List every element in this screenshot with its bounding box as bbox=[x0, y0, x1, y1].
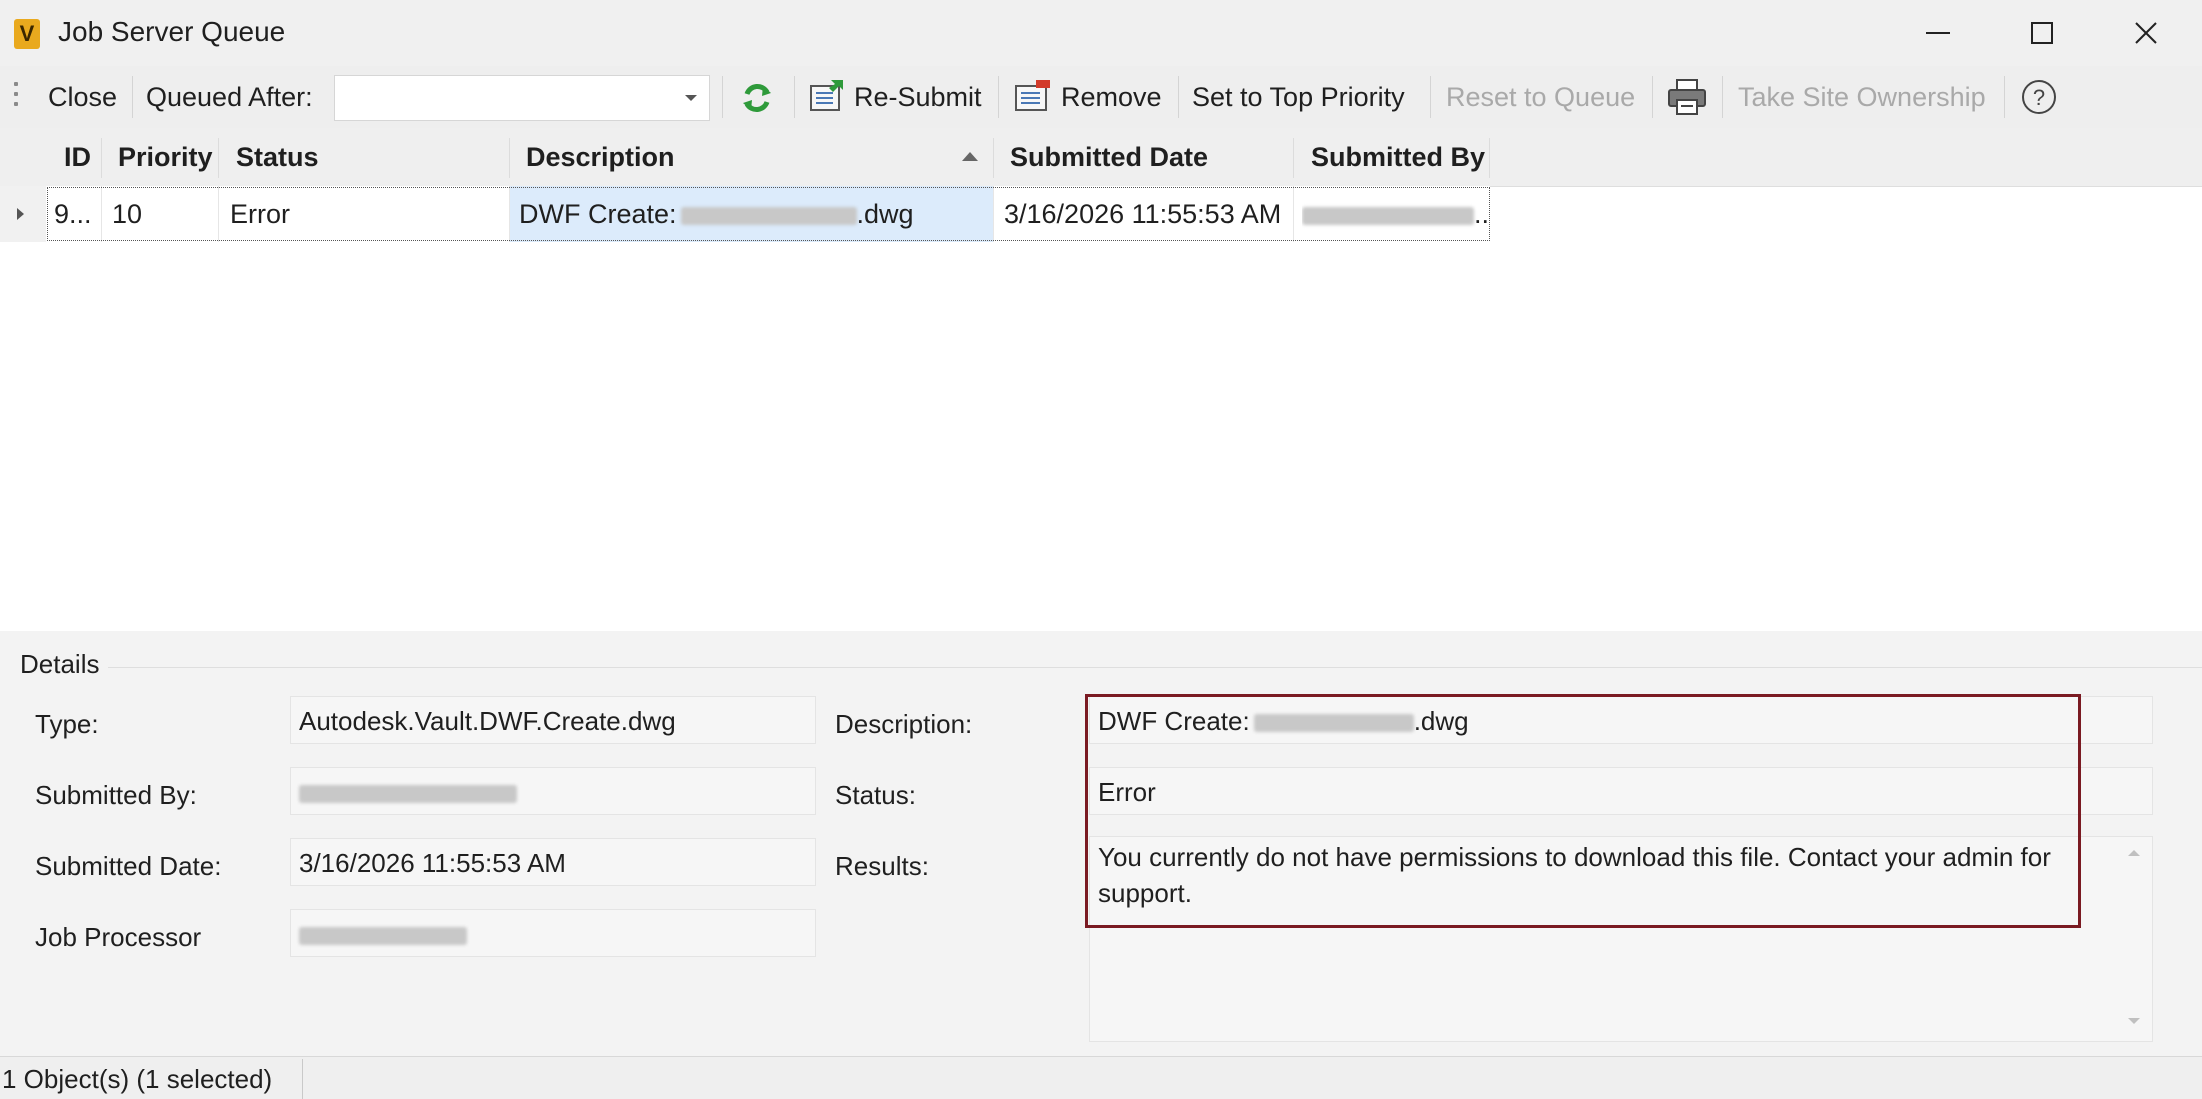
toolbar: Close Queued After: Re-Submit Remove Set… bbox=[0, 66, 2202, 129]
close-window-button[interactable] bbox=[2096, 0, 2196, 66]
toolbar-grip-handle[interactable] bbox=[14, 82, 18, 112]
redacted-processor-name bbox=[299, 927, 467, 946]
job-processor-field[interactable] bbox=[290, 909, 816, 957]
close-button[interactable]: Close bbox=[48, 66, 117, 128]
toolbar-divider bbox=[1722, 76, 1723, 118]
job-queue-grid: ID Priority Status Description Submitted… bbox=[0, 128, 2202, 631]
status-label: Status: bbox=[835, 780, 916, 810]
details-section-title: Details bbox=[20, 649, 100, 679]
print-icon bbox=[1668, 79, 1706, 115]
submitted-date-field[interactable]: 3/16/2026 11:55:53 AM bbox=[290, 838, 816, 886]
toolbar-divider bbox=[132, 76, 133, 118]
vault-app-icon: V bbox=[14, 19, 40, 49]
type-label: Type: bbox=[35, 709, 99, 739]
toolbar-divider bbox=[794, 76, 795, 118]
print-button[interactable] bbox=[1667, 78, 1707, 121]
toolbar-divider bbox=[722, 76, 723, 118]
column-header-id[interactable]: ID bbox=[64, 128, 91, 186]
selection-count: 1 Object(s) (1 selected) bbox=[2, 1064, 273, 1094]
column-header-description[interactable]: Description bbox=[526, 128, 675, 186]
title-bar: V Job Server Queue bbox=[0, 0, 2202, 67]
submitted-by-field[interactable] bbox=[290, 767, 816, 815]
status-bar: 1 Object(s) (1 selected) bbox=[0, 1056, 2202, 1099]
details-divider bbox=[108, 667, 2202, 668]
results-scrollbar[interactable] bbox=[2117, 838, 2151, 1040]
column-divider bbox=[1293, 138, 1294, 178]
toolbar-divider bbox=[1178, 76, 1179, 118]
status-divider bbox=[302, 1059, 303, 1099]
window-title: Job Server Queue bbox=[58, 16, 286, 47]
job-processor-label: Job Processor bbox=[35, 922, 202, 952]
row-focus-rectangle bbox=[47, 187, 1490, 241]
remove-button[interactable]: Remove bbox=[1061, 66, 1162, 128]
maximize-icon bbox=[2031, 22, 2053, 44]
column-header-priority[interactable]: Priority bbox=[118, 128, 213, 186]
submitted-by-label: Submitted By: bbox=[35, 780, 197, 810]
queued-after-label: Queued After: bbox=[146, 82, 313, 112]
column-divider bbox=[993, 138, 994, 178]
error-highlight-annotation bbox=[1085, 694, 2081, 928]
toolbar-divider bbox=[998, 76, 999, 118]
help-icon: ? bbox=[2022, 80, 2056, 114]
minimize-button[interactable] bbox=[1888, 0, 1988, 66]
column-header-status[interactable]: Status bbox=[236, 128, 319, 186]
scroll-down-icon[interactable] bbox=[2128, 1018, 2140, 1024]
toolbar-divider bbox=[1430, 76, 1431, 118]
column-divider bbox=[218, 138, 219, 178]
refresh-icon bbox=[743, 84, 771, 112]
column-divider bbox=[509, 138, 510, 178]
redacted-username bbox=[299, 785, 517, 804]
close-icon bbox=[2135, 22, 2157, 44]
take-site-ownership-button[interactable]: Take Site Ownership bbox=[1738, 66, 1986, 128]
description-label: Description: bbox=[835, 709, 973, 739]
maximize-button[interactable] bbox=[1992, 0, 2092, 66]
submitted-date-label: Submitted Date: bbox=[35, 851, 222, 881]
resubmit-button[interactable]: Re-Submit bbox=[854, 66, 982, 128]
type-field[interactable]: Autodesk.Vault.DWF.Create.dwg bbox=[290, 696, 816, 744]
minimize-icon bbox=[1926, 32, 1950, 34]
refresh-button[interactable] bbox=[739, 80, 775, 121]
current-row-icon bbox=[17, 208, 24, 220]
sort-ascending-icon bbox=[962, 152, 978, 161]
svg-text:?: ? bbox=[2033, 85, 2045, 110]
row-indicator[interactable] bbox=[0, 186, 46, 242]
toolbar-divider bbox=[1652, 76, 1653, 118]
grid-header: ID Priority Status Description Submitted… bbox=[0, 128, 2202, 187]
queued-after-dropdown[interactable] bbox=[334, 75, 710, 121]
table-row[interactable]: 9... 10 Error DWF Create: .dwg 3/16/2026 … bbox=[0, 186, 1490, 242]
column-divider bbox=[1489, 138, 1490, 178]
toolbar-divider bbox=[2004, 76, 2005, 118]
remove-icon bbox=[1014, 80, 1052, 119]
column-header-submitted-date[interactable]: Submitted Date bbox=[1010, 128, 1208, 186]
resubmit-icon bbox=[809, 78, 847, 119]
results-label: Results: bbox=[835, 851, 929, 881]
scroll-up-icon[interactable] bbox=[2128, 850, 2140, 856]
set-top-priority-button[interactable]: Set to Top Priority bbox=[1192, 66, 1405, 128]
column-header-submitted-by[interactable]: Submitted By bbox=[1311, 128, 1485, 186]
chevron-down-icon bbox=[685, 95, 697, 101]
column-divider bbox=[101, 138, 102, 178]
help-button[interactable]: ? bbox=[2020, 78, 2058, 121]
reset-to-queue-button[interactable]: Reset to Queue bbox=[1446, 66, 1635, 128]
